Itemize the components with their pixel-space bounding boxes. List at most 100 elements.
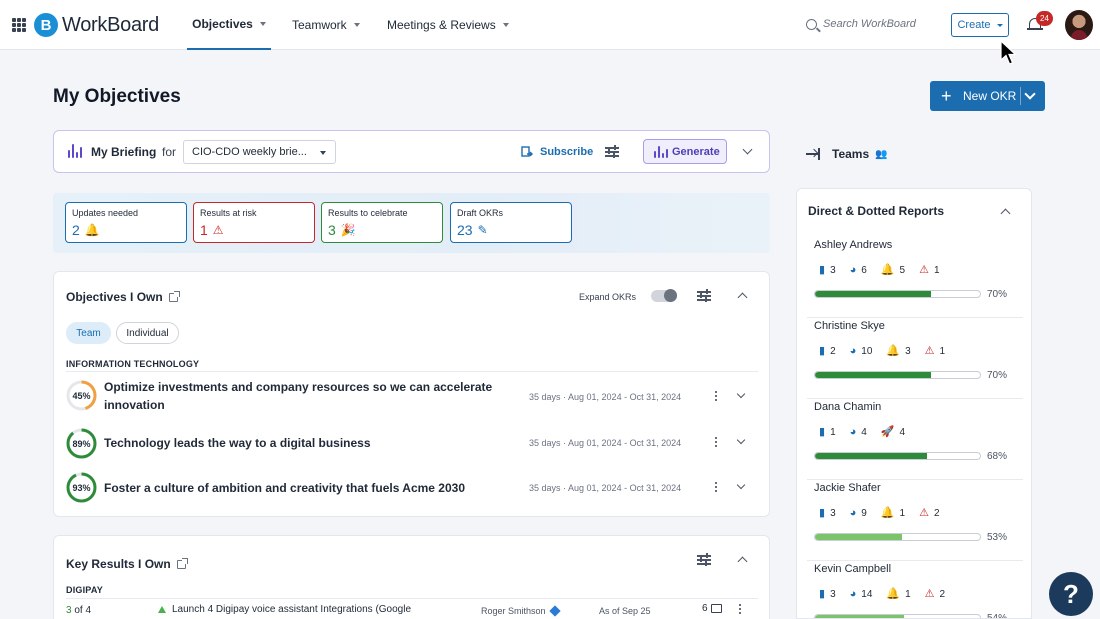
chevron-down-icon[interactable]	[736, 389, 746, 399]
celebrate-icon: 🎉	[340, 223, 356, 237]
external-link-icon[interactable]	[176, 557, 188, 569]
generate-button[interactable]: Generate	[643, 139, 727, 164]
progress-percent: 70%	[987, 289, 1008, 300]
person-stat: ◕ 6	[850, 265, 867, 277]
collapse-panel-icon[interactable]	[806, 148, 820, 160]
objective-title[interactable]: Technology leads the way to a digital bu…	[104, 434, 524, 452]
search-input[interactable]: Search WorkBoard	[806, 18, 916, 30]
person-stat: ▮ 3	[819, 508, 836, 520]
alert-bell-icon: 🔔	[886, 588, 901, 600]
external-link-icon[interactable]	[168, 290, 180, 302]
teams-panel-header: Teams 👥	[806, 147, 888, 161]
person-stat: ⚠ 1	[924, 345, 945, 358]
page-title: My Objectives	[53, 86, 181, 107]
objective-title[interactable]: Foster a culture of ambition and creativ…	[104, 479, 524, 497]
nav-tab-teamwork[interactable]: Teamwork	[292, 0, 360, 50]
chevron-down-icon[interactable]	[736, 435, 746, 445]
chart-icon: ▮	[819, 426, 826, 438]
person-divider	[807, 560, 1023, 561]
more-options-icon[interactable]	[715, 437, 718, 448]
person-name[interactable]: Dana Chamin	[814, 401, 881, 413]
filter-pill-individual[interactable]: Individual	[116, 322, 179, 344]
progress-fill	[815, 291, 931, 297]
report-person[interactable]: Christine Skye ▮ 2 ◕ 10 🔔 3 ⚠ 1 70%	[797, 320, 1031, 401]
warning-icon: ⚠	[924, 588, 935, 600]
status-summary-strip: Updates needed 2 🔔 Results at risk 1 ⚠ Res…	[53, 193, 770, 253]
chevron-down-icon[interactable]	[1024, 88, 1036, 100]
user-avatar[interactable]	[1065, 10, 1093, 40]
filter-pill-team[interactable]: Team	[66, 322, 111, 344]
person-name[interactable]: Jackie Shafer	[814, 482, 881, 494]
person-divider	[807, 479, 1023, 480]
person-stat: ▮ 1	[819, 426, 836, 439]
expand-okrs-toggle[interactable]	[651, 289, 677, 302]
card-count: 1	[200, 222, 208, 238]
app-grid-icon[interactable]	[12, 18, 26, 32]
comment-count: 6	[702, 603, 708, 614]
more-options-icon[interactable]	[739, 604, 742, 615]
results-at-risk-card[interactable]: Results at risk 1 ⚠	[193, 202, 315, 243]
person-name[interactable]: Christine Skye	[814, 320, 885, 332]
report-person[interactable]: Ashley Andrews ▮ 3 ◕ 6 🔔 5 ⚠ 1 70%	[797, 239, 1031, 320]
help-button[interactable]: ?	[1049, 572, 1093, 616]
report-person[interactable]: Dana Chamin ▮ 1 ◕ 4 🚀 4 68%	[797, 401, 1031, 482]
chevron-down-icon[interactable]	[736, 480, 746, 490]
nav-tab-label: Meetings & Reviews	[387, 18, 496, 32]
chevron-down-icon[interactable]	[742, 144, 753, 155]
person-name[interactable]: Kevin Campbell	[814, 563, 891, 575]
subscribe-button[interactable]: Subscribe	[521, 146, 593, 158]
stat-value: 10	[861, 346, 873, 357]
progress-fill	[815, 372, 931, 378]
person-progress-bar	[814, 533, 981, 541]
kr-count-rest: of 4	[74, 605, 92, 616]
objective-title[interactable]: Optimize investments and company resourc…	[104, 378, 524, 414]
card-title-text: Objectives I Own	[66, 290, 163, 304]
reports-title: Direct & Dotted Reports	[808, 204, 945, 218]
workboard-logo[interactable]: B WorkBoard	[34, 12, 159, 38]
person-name[interactable]: Ashley Andrews	[814, 239, 892, 251]
new-okr-button[interactable]: + New OKR	[930, 81, 1045, 111]
updates-needed-card[interactable]: Updates needed 2 🔔	[65, 202, 187, 243]
briefing-selected-value: CIO-CDO weekly brie...	[192, 146, 307, 158]
key-result-title[interactable]: Launch 4 Digipay voice assistant Integra…	[158, 604, 411, 615]
results-to-celebrate-card[interactable]: Results to celebrate 3 🎉	[321, 202, 443, 243]
key-result-date: As of Sep 25	[599, 606, 651, 616]
stat-value: 1	[933, 265, 940, 276]
person-stat: 🔔 5	[881, 265, 905, 277]
progress-fill	[815, 615, 905, 618]
key-result-owner[interactable]: Roger Smithson	[481, 605, 561, 617]
people-icon: 👥	[875, 148, 888, 160]
comments-button[interactable]: 6	[702, 603, 722, 614]
report-person[interactable]: Kevin Campbell ▮ 3 ◕ 14 🔔 1 ⚠ 2 54%	[797, 563, 1031, 618]
stat-value: 6	[861, 265, 867, 276]
subscribe-icon	[521, 146, 533, 157]
report-person[interactable]: Jackie Shafer ▮ 3 ◕ 9 🔔 1 ⚠ 2 53%	[797, 482, 1031, 563]
chevron-up-icon[interactable]	[737, 556, 748, 567]
briefing-select[interactable]: CIO-CDO weekly brie...	[183, 140, 336, 164]
chevron-up-icon[interactable]	[1000, 208, 1011, 219]
warning-icon: ⚠	[212, 223, 224, 237]
person-stat: 🚀 4	[881, 427, 905, 439]
objectives-card-title[interactable]: Objectives I Own	[66, 290, 180, 304]
create-button[interactable]: Create	[951, 13, 1009, 37]
more-options-icon[interactable]	[715, 391, 718, 402]
more-options-icon[interactable]	[715, 482, 718, 493]
draft-okrs-card[interactable]: Draft OKRs 23 ✎	[450, 202, 572, 243]
objective-meta: 35 days · Aug 01, 2024 - Oct 31, 2024	[529, 438, 682, 448]
nav-tab-meetings-reviews[interactable]: Meetings & Reviews	[387, 0, 509, 50]
warning-icon: ⚠	[924, 345, 935, 357]
filter-sliders-icon[interactable]	[697, 289, 711, 302]
key-results-card-title[interactable]: Key Results I Own	[66, 557, 188, 571]
person-progress-bar	[814, 452, 981, 460]
filter-sliders-icon[interactable]	[697, 553, 711, 566]
card-label: Results at risk	[200, 208, 257, 218]
settings-sliders-icon[interactable]	[605, 145, 619, 158]
nav-tab-objectives[interactable]: Objectives	[187, 0, 271, 50]
progress-fill	[815, 453, 928, 459]
chevron-up-icon[interactable]	[737, 292, 748, 303]
progress-label: 45%	[72, 390, 91, 401]
stat-value: 4	[861, 427, 867, 438]
key-result-count: 3 of 4	[66, 605, 91, 616]
person-stat: ▮ 3	[819, 589, 836, 601]
objective-meta: 35 days · Aug 01, 2024 - Oct 31, 2024	[529, 483, 682, 493]
